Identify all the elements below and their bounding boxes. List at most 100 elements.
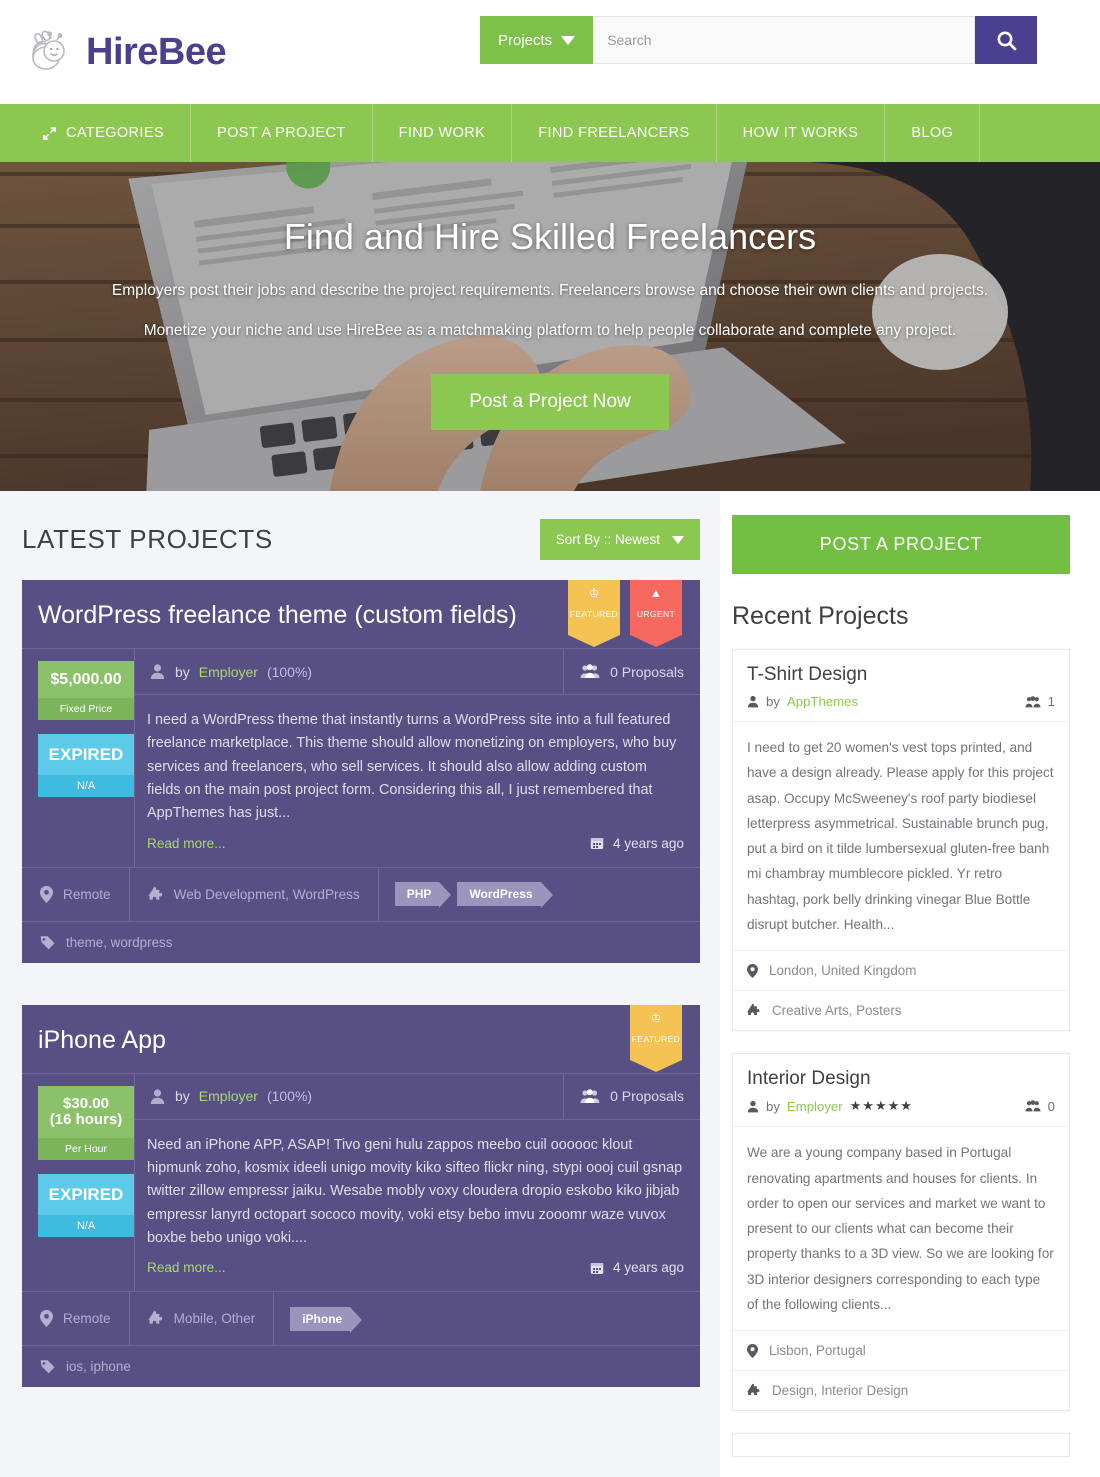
tag-icon xyxy=(40,935,55,950)
warning-icon: ▲ xyxy=(650,586,662,600)
nav-label: BLOG xyxy=(911,125,954,141)
project-badges: ♔ FEATURED ▲ URGENT xyxy=(568,580,682,647)
recent-projects-title: Recent Projects xyxy=(732,602,909,630)
tag-icon xyxy=(40,1359,55,1374)
price-hours: (16 hours) xyxy=(49,1111,123,1129)
recent-project-title[interactable]: T-Shirt Design xyxy=(733,650,1069,694)
author-prefix: by xyxy=(766,694,780,709)
project-card-footer: Remote Mobile, Other iPhone xyxy=(22,1291,700,1346)
proposals-count: 0 Proposals xyxy=(610,663,684,680)
location-pin-icon xyxy=(40,1310,53,1328)
users-icon xyxy=(580,664,600,679)
search-submit-button[interactable] xyxy=(975,16,1038,64)
project-card[interactable]: WordPress freelance theme (custom fields… xyxy=(22,580,700,963)
recent-project-location: London, United Kingdom xyxy=(733,951,1069,992)
location-pin-icon xyxy=(40,885,53,903)
author-name[interactable]: AppThemes xyxy=(787,694,858,709)
project-card-footer: Remote Web Development, WordPress PHP Wo… xyxy=(22,866,700,921)
user-icon xyxy=(149,663,166,680)
user-icon xyxy=(747,695,759,708)
read-more-link[interactable]: Read more... xyxy=(147,836,226,851)
author-percent: (100%) xyxy=(266,663,313,680)
hero-title: Find and Hire Skilled Freelancers xyxy=(283,216,817,257)
status-sub: N/A xyxy=(38,1214,134,1237)
nav-label: FIND FREELANCERS xyxy=(538,125,690,141)
price-amount: $5,000.00 xyxy=(38,661,134,698)
sidebar-post-project-button[interactable]: POST A PROJECT xyxy=(732,515,1070,574)
project-tags-text[interactable]: theme, wordpress xyxy=(66,935,172,950)
status-box: EXPIRED N/A xyxy=(38,733,134,797)
project-card[interactable]: iPhone App ♔ FEATURED $30.00 (16 hours) xyxy=(22,1004,700,1388)
author-percent: (100%) xyxy=(266,1088,313,1105)
nav-item-categories[interactable]: CATEGORIES xyxy=(0,104,191,162)
nav-item-find-freelancers[interactable]: FIND FREELANCERS xyxy=(512,104,717,162)
chevron-down-icon xyxy=(672,535,684,544)
recent-project-card-partial[interactable] xyxy=(732,1433,1070,1458)
author-name[interactable]: Employer xyxy=(787,1099,843,1114)
project-categories-text[interactable]: Mobile, Other xyxy=(174,1311,256,1326)
users-icon xyxy=(1025,1100,1041,1112)
nav-item-find-work[interactable]: FIND WORK xyxy=(373,104,513,162)
recent-project-card[interactable]: Interior Design by Employer ★★★★★ 0 We a… xyxy=(732,1053,1070,1412)
crown-icon: ♔ xyxy=(650,1010,662,1025)
skill-tag[interactable]: PHP xyxy=(394,882,452,909)
featured-badge: ♔ FEATURED xyxy=(630,1004,682,1072)
project-badges: ♔ FEATURED xyxy=(630,1004,682,1072)
project-card-header: iPhone App ♔ FEATURED xyxy=(22,1004,700,1074)
author-name[interactable]: Employer xyxy=(199,664,258,680)
recent-project-location-text: Lisbon, Portugal xyxy=(769,1343,866,1359)
user-icon xyxy=(747,1100,759,1113)
price-type: Per Hour xyxy=(38,1137,134,1160)
price-amount: $30.00 (16 hours) xyxy=(38,1085,134,1138)
latest-projects-column: LATEST PROJECTS Sort By :: Newest WordPr… xyxy=(0,491,720,1477)
nav-item-how-it-works[interactable]: HOW IT WORKS xyxy=(717,104,886,162)
recent-project-proposals: 1 xyxy=(1025,694,1055,709)
project-details: by Employer (100%) 0 Proposals Need an i… xyxy=(134,1073,700,1292)
nav-item-post-a-project[interactable]: POST A PROJECT xyxy=(191,104,373,162)
skill-tag[interactable]: iPhone xyxy=(290,1306,363,1333)
project-read-row: Read more... 4 years ago xyxy=(135,1252,700,1291)
recent-project-author: by AppThemes xyxy=(747,694,865,709)
user-icon xyxy=(149,1088,166,1105)
recent-project-title[interactable]: Interior Design xyxy=(733,1054,1069,1098)
logo[interactable]: HireBee xyxy=(24,26,227,78)
nav-label: CATEGORIES xyxy=(66,125,164,141)
nav-item-blog[interactable]: BLOG xyxy=(885,104,981,162)
puzzle-icon xyxy=(747,1383,761,1398)
page-title: LATEST PROJECTS xyxy=(22,524,273,554)
project-tags: theme, wordpress xyxy=(22,920,700,963)
price-box: $5,000.00 Fixed Price xyxy=(38,661,134,720)
recent-project-categories-text[interactable]: Creative Arts, Posters xyxy=(772,1003,902,1018)
hero-post-project-button[interactable]: Post a Project Now xyxy=(431,374,669,430)
recent-project-meta: by AppThemes 1 xyxy=(733,694,1069,722)
project-tags-text[interactable]: ios, iphone xyxy=(66,1359,131,1374)
status-badge: EXPIRED xyxy=(38,1173,134,1215)
search-input[interactable] xyxy=(593,16,976,64)
author-prefix: by xyxy=(175,663,190,680)
sidebar: POST A PROJECT Recent Projects T-Shirt D… xyxy=(720,491,1100,1477)
puzzle-icon xyxy=(147,886,164,903)
recent-project-proposals: 0 xyxy=(1025,1099,1055,1114)
recent-project-description: I need to get 20 women's vest tops print… xyxy=(733,722,1069,952)
project-title[interactable]: iPhone App xyxy=(38,1025,678,1055)
projects-dropdown-button[interactable]: Projects xyxy=(480,16,594,64)
recent-project-categories: Creative Arts, Posters xyxy=(733,991,1069,1030)
project-location-text: Remote xyxy=(63,1311,111,1327)
project-age: 4 years ago xyxy=(590,1260,684,1275)
rating-stars: ★★★★★ xyxy=(849,1098,913,1114)
featured-badge-label: FEATURED xyxy=(569,609,619,619)
sort-by-dropdown[interactable]: Sort By :: Newest xyxy=(539,519,700,560)
read-more-link[interactable]: Read more... xyxy=(147,1260,226,1275)
proposals-count: 0 xyxy=(1047,1098,1055,1114)
recent-project-description: We are a young company based in Portugal… xyxy=(733,1127,1069,1332)
skill-tag[interactable]: WordPress xyxy=(457,882,553,909)
expand-arrows-icon xyxy=(42,126,57,141)
recent-project-categories-text[interactable]: Design, Interior Design xyxy=(772,1383,908,1398)
bee-logo-icon xyxy=(24,26,76,78)
project-proposals: 0 Proposals xyxy=(563,649,700,694)
author-name[interactable]: Employer xyxy=(199,1088,258,1104)
recent-project-card[interactable]: T-Shirt Design by AppThemes 1 I need to … xyxy=(732,649,1070,1032)
urgent-badge: ▲ URGENT xyxy=(630,580,682,647)
project-categories-text[interactable]: Web Development, WordPress xyxy=(174,887,360,902)
puzzle-icon xyxy=(747,1003,761,1018)
